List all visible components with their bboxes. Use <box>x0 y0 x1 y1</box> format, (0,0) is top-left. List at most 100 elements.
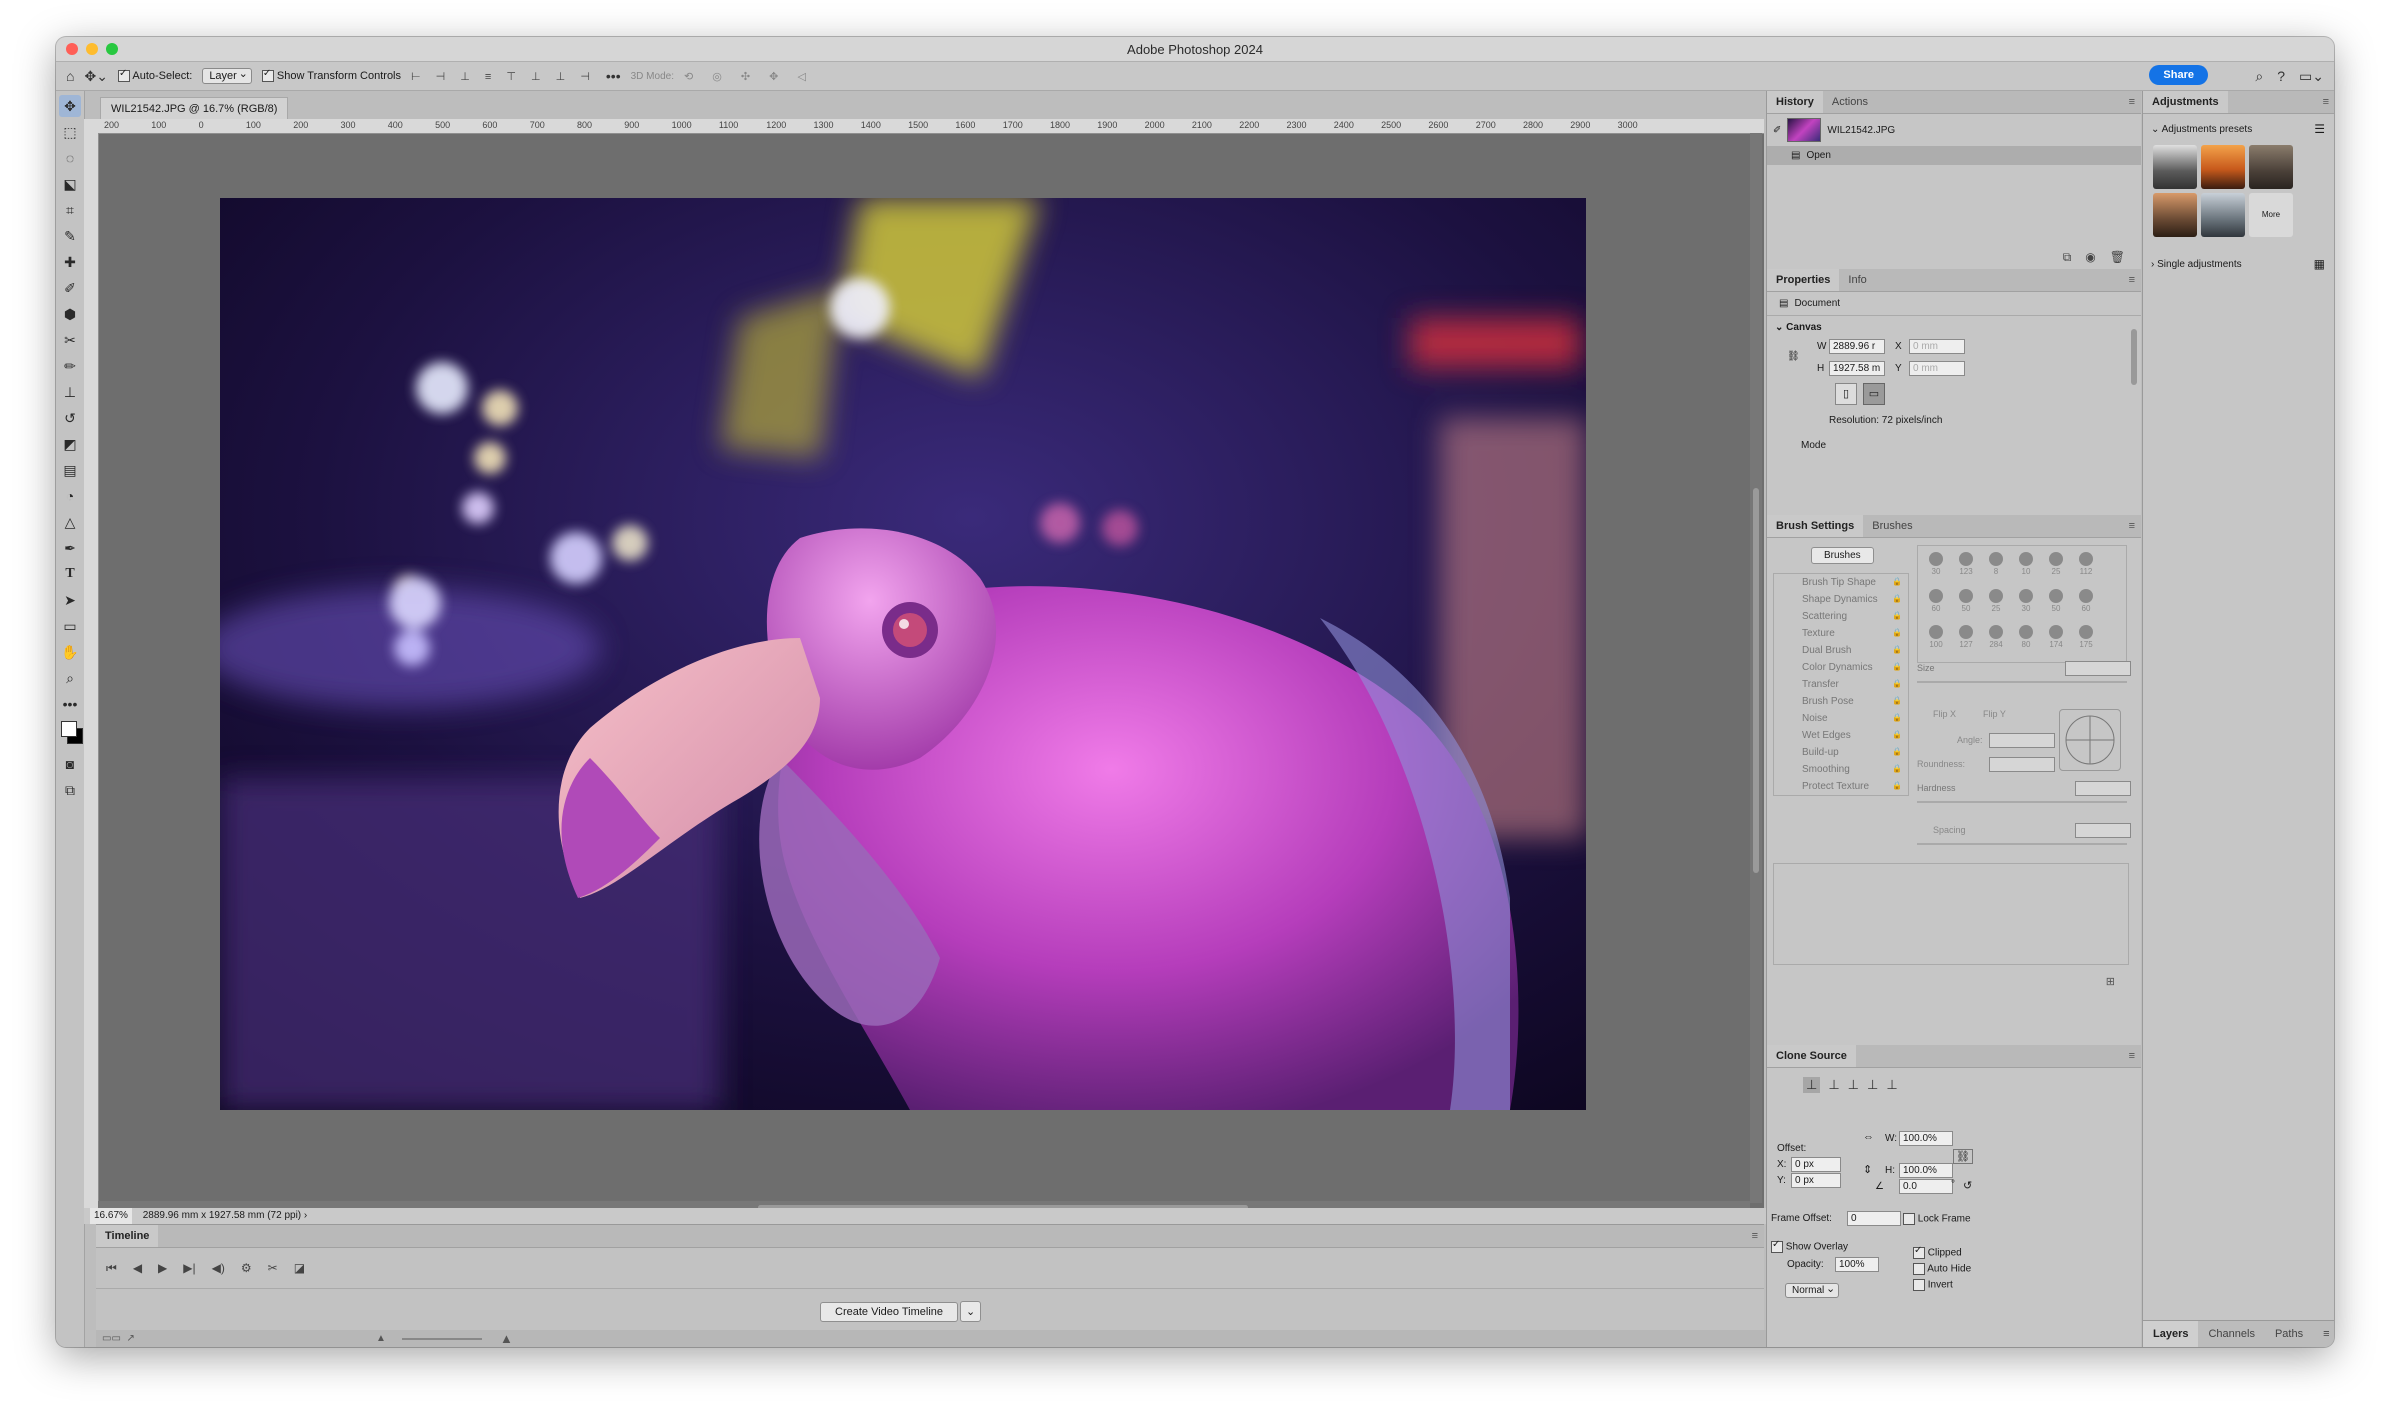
properties-scrollbar[interactable] <box>2131 329 2137 385</box>
roundness-field[interactable] <box>1989 757 2055 772</box>
preset-thumbnail[interactable] <box>2201 145 2245 189</box>
tab-info[interactable]: Info <box>1839 269 1875 291</box>
brush-tip[interactable]: 127 <box>1952 623 1980 655</box>
spacing-field[interactable] <box>2075 823 2131 838</box>
3d-mode-icons[interactable]: ⟲ ◎ ✣ ✥ ◁ <box>684 70 814 83</box>
brush-angle-preview[interactable] <box>2059 709 2121 771</box>
list-item[interactable]: Noise <box>1774 710 1908 727</box>
timeline-dropdown-button[interactable]: ⌄ <box>960 1301 982 1322</box>
list-item[interactable]: Color Dynamics <box>1774 659 1908 676</box>
hardness-field[interactable] <box>2075 781 2131 796</box>
brush-tip[interactable]: 50 <box>2042 587 2070 619</box>
panel-menu-icon[interactable]: ≡ <box>2313 1321 2334 1347</box>
object-select-tool-icon[interactable]: ⬕ <box>59 173 81 195</box>
hand-tool-icon[interactable]: ✋ <box>59 641 81 663</box>
brush-tip[interactable]: 112 <box>2072 550 2100 582</box>
list-view-icon[interactable]: ☰ <box>2314 122 2325 136</box>
color-swatches-icon[interactable] <box>59 719 83 749</box>
scale-width-field[interactable]: 100.0% <box>1899 1131 1953 1146</box>
list-item[interactable]: Shape Dynamics <box>1774 591 1908 608</box>
brush-tip[interactable]: 30 <box>2012 587 2040 619</box>
zoom-out-icon[interactable]: ▲ <box>376 1330 386 1347</box>
flip-y-checkbox[interactable]: Flip Y <box>1983 709 2006 719</box>
brush-source-icon[interactable]: ✐ <box>1773 125 1781 136</box>
size-field[interactable] <box>2065 661 2131 676</box>
settings-icon[interactable]: ⚙ <box>241 1261 252 1275</box>
auto-hide-checkbox[interactable]: Auto Hide <box>1913 1263 1971 1275</box>
more-presets-button[interactable]: More <box>2249 193 2293 237</box>
panel-menu-icon[interactable]: ≡ <box>2129 274 2135 286</box>
panel-menu-icon[interactable]: ≡ <box>2129 520 2135 532</box>
list-item[interactable]: Texture <box>1774 625 1908 642</box>
previous-frame-icon[interactable]: ◀ <box>133 1261 142 1275</box>
content-aware-move-icon[interactable]: ✂ <box>59 329 81 351</box>
history-item[interactable]: ▤ Open <box>1767 146 2141 165</box>
dodge-tool-icon[interactable]: △ <box>59 511 81 533</box>
canvas-y-field[interactable]: 0 mm <box>1909 361 1965 376</box>
split-icon[interactable]: ✂ <box>268 1261 278 1275</box>
list-item[interactable]: Protect Texture <box>1774 778 1908 795</box>
zoom-button[interactable] <box>106 43 118 55</box>
vertical-scrollbar[interactable] <box>1750 133 1762 1203</box>
help-icon[interactable]: ? <box>2277 68 2285 85</box>
preset-thumbnail[interactable] <box>2201 193 2245 237</box>
brush-tip[interactable]: 123 <box>1952 550 1980 582</box>
brush-tool-icon[interactable]: ✏ <box>59 355 81 377</box>
brush-tip[interactable]: 25 <box>1982 587 2010 619</box>
landscape-icon[interactable]: ▭ <box>1863 383 1885 405</box>
move-tool-icon[interactable]: ✥⌄ <box>84 68 107 85</box>
tab-clone-source[interactable]: Clone Source <box>1767 1045 1856 1067</box>
auto-select-checkbox[interactable]: Auto-Select: <box>117 68 192 83</box>
align-icons[interactable]: ⊢ ⊣ ⊥ ≡ ⊤ ⊥ ⊥ ⊣ <box>411 70 596 83</box>
tab-channels[interactable]: Channels <box>2198 1321 2264 1347</box>
opacity-field[interactable]: 100% <box>1835 1257 1879 1272</box>
canvas-x-field[interactable]: 0 mm <box>1909 339 1965 354</box>
convert-icon[interactable]: ↗ <box>126 1333 134 1344</box>
list-item[interactable]: Brush Tip Shape <box>1774 574 1908 591</box>
preset-thumbnail[interactable] <box>2249 145 2293 189</box>
overlay-blend-mode-select[interactable]: Normal <box>1785 1282 1840 1298</box>
hardness-slider[interactable] <box>1917 801 2127 803</box>
first-frame-icon[interactable]: ⏮ <box>106 1261 117 1276</box>
chevron-right-icon[interactable]: › <box>304 1210 307 1221</box>
document-tab[interactable]: WIL21542.JPG @ 16.7% (RGB/8) <box>100 97 289 120</box>
clone-source-5-icon[interactable]: ⊥ <box>1886 1077 1897 1093</box>
preset-thumbnail[interactable] <box>2153 193 2197 237</box>
minimize-button[interactable] <box>86 43 98 55</box>
photo-canvas[interactable] <box>220 198 1586 1110</box>
gradient-tool-icon[interactable]: ▤ <box>59 459 81 481</box>
list-item[interactable]: Wet Edges <box>1774 727 1908 744</box>
eyedropper-tool-icon[interactable]: ✎ <box>59 225 81 247</box>
brush-tip[interactable]: 80 <box>2012 623 2040 655</box>
panel-menu-icon[interactable]: ≡ <box>2323 96 2329 108</box>
brush-tip[interactable]: 8 <box>1982 550 2010 582</box>
clipped-checkbox[interactable]: Clipped <box>1913 1245 1962 1259</box>
pen-tool-icon[interactable]: ✒ <box>59 537 81 559</box>
history-snapshot[interactable]: ✐ WIL21542.JPG <box>1767 114 2141 146</box>
healing-brush-icon[interactable]: ✐ <box>59 277 81 299</box>
list-item[interactable]: Transfer <box>1774 676 1908 693</box>
tab-brush-settings[interactable]: Brush Settings <box>1767 515 1864 537</box>
rotation-field[interactable]: 0.0 <box>1899 1179 1953 1194</box>
timeline-tab[interactable]: Timeline <box>96 1225 159 1247</box>
preset-thumbnail[interactable] <box>2153 145 2197 189</box>
canvas-width-field[interactable]: 2889.96 r <box>1829 339 1885 354</box>
spacing-slider[interactable] <box>1917 843 2127 845</box>
tab-properties[interactable]: Properties <box>1767 269 1840 291</box>
transform-controls-checkbox[interactable]: Show Transform Controls <box>261 68 401 83</box>
brushes-button[interactable]: Brushes <box>1811 547 1874 564</box>
clone-source-4-icon[interactable]: ⊥ <box>1867 1077 1878 1093</box>
brush-tip[interactable]: 100 <box>1922 623 1950 655</box>
list-item[interactable]: Brush Pose <box>1774 693 1908 710</box>
canvas-section-header[interactable]: ⌄ Canvas <box>1767 316 2141 339</box>
brush-tip[interactable]: 284 <box>1982 623 2010 655</box>
lasso-tool-icon[interactable]: ◌ <box>59 147 81 169</box>
marquee-tool-icon[interactable]: ⬚ <box>59 121 81 143</box>
create-video-timeline-button[interactable]: Create Video Timeline <box>820 1301 959 1322</box>
audio-icon[interactable]: ◀) <box>212 1261 225 1275</box>
tab-paths[interactable]: Paths <box>2265 1321 2313 1347</box>
close-button[interactable] <box>66 43 78 55</box>
tab-layers[interactable]: Layers <box>2143 1321 2199 1347</box>
move-tool-icon[interactable]: ✥ <box>59 95 81 117</box>
blur-tool-icon[interactable]: ◔ <box>59 485 81 507</box>
